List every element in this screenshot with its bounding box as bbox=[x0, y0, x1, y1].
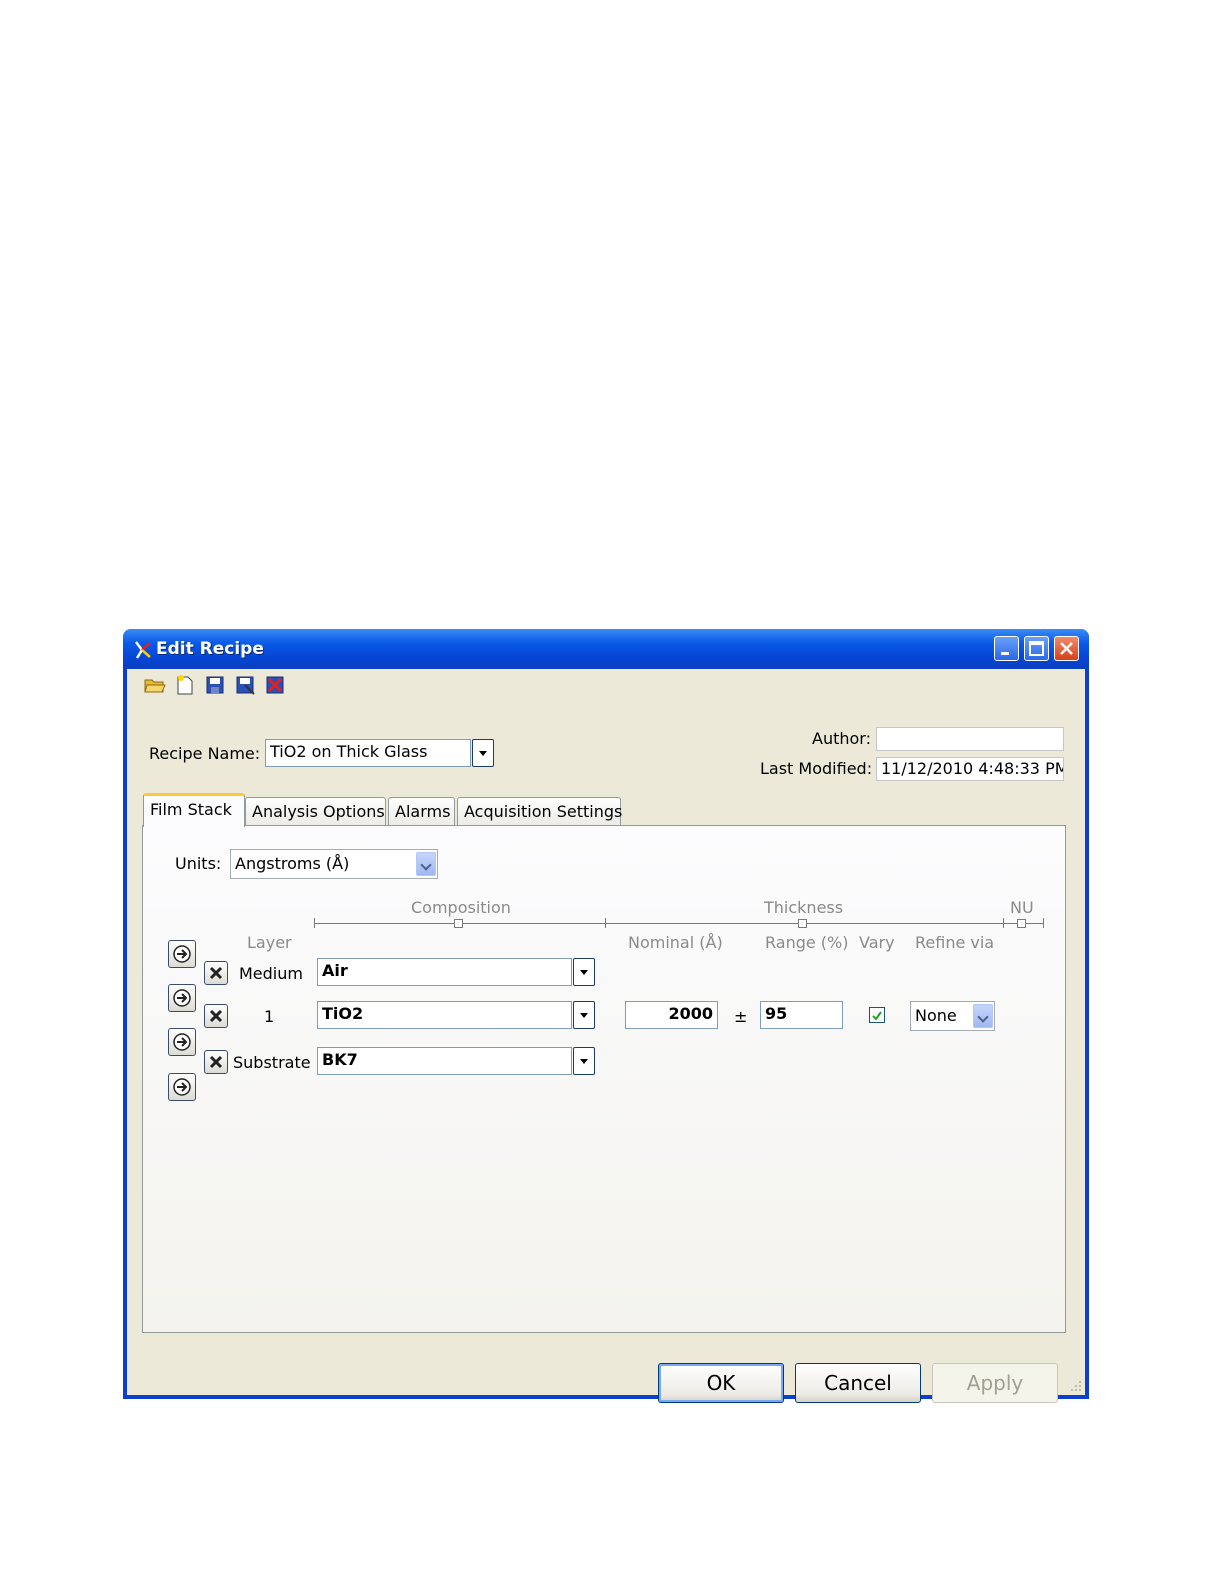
axis-tick bbox=[1003, 918, 1004, 928]
new-file-icon[interactable] bbox=[173, 673, 197, 697]
recipe-name-dropdown-button[interactable] bbox=[472, 739, 494, 767]
film-stack-panel: Units: Angstroms (Å) Composition Thickne… bbox=[142, 825, 1066, 1333]
composition-expand-icon[interactable] bbox=[454, 919, 463, 928]
last-modified-label: Last Modified: bbox=[760, 759, 873, 778]
delete-x-icon bbox=[209, 966, 223, 980]
axis-tick bbox=[1043, 918, 1044, 928]
nominal-column-header: Nominal (Å) bbox=[628, 933, 723, 952]
cancel-button[interactable]: Cancel bbox=[795, 1363, 921, 1403]
maximize-button[interactable] bbox=[1024, 636, 1049, 661]
thickness-collapse-icon[interactable] bbox=[798, 919, 807, 928]
layer-name: Substrate bbox=[233, 1053, 311, 1072]
refine-via-dropdown-button[interactable] bbox=[973, 1004, 993, 1028]
author-field[interactable] bbox=[876, 727, 1064, 751]
last-modified-field: 11/12/2010 4:48:33 PM bbox=[876, 757, 1064, 781]
axis-tick bbox=[314, 918, 315, 928]
maximize-icon bbox=[1029, 641, 1044, 656]
minimize-button[interactable] bbox=[994, 636, 1019, 661]
save-as-icon[interactable] bbox=[233, 673, 257, 697]
vary-checkbox[interactable] bbox=[869, 1007, 885, 1023]
dialog-client-area: Recipe Name: TiO2 on Thick Glass Author:… bbox=[127, 669, 1085, 1403]
close-button[interactable] bbox=[1054, 636, 1079, 661]
refine-column-header: Refine via bbox=[915, 933, 995, 952]
nu-header: NU bbox=[1010, 898, 1034, 917]
units-dropdown-button[interactable] bbox=[416, 852, 436, 876]
close-icon bbox=[1060, 642, 1073, 655]
window-title: Edit Recipe bbox=[156, 639, 264, 659]
delete-x-icon bbox=[209, 1009, 223, 1023]
checkmark-icon bbox=[872, 1011, 882, 1021]
material-dropdown-button[interactable] bbox=[573, 1047, 595, 1075]
insert-arrow-icon bbox=[173, 989, 191, 1007]
tab-acquisition-settings[interactable]: Acquisition Settings bbox=[457, 797, 622, 826]
units-select[interactable]: Angstroms (Å) bbox=[230, 849, 438, 879]
delete-layer-button[interactable] bbox=[204, 1050, 228, 1074]
tab-analysis-options[interactable]: Analysis Options bbox=[245, 797, 386, 826]
material-dropdown-button[interactable] bbox=[573, 1001, 595, 1029]
insert-arrow-icon bbox=[173, 1033, 191, 1051]
insert-layer-button[interactable] bbox=[168, 984, 196, 1012]
save-icon[interactable] bbox=[203, 673, 227, 697]
material-field[interactable]: Air bbox=[317, 958, 572, 986]
edit-recipe-window: Edit Recipe Recipe Name: TiO2 on Thick G… bbox=[123, 629, 1089, 1403]
open-folder-icon[interactable] bbox=[143, 673, 167, 697]
minimize-icon bbox=[1001, 652, 1009, 655]
insert-layer-button[interactable] bbox=[168, 940, 196, 968]
recipe-name-field[interactable]: TiO2 on Thick Glass bbox=[265, 739, 471, 767]
apply-button[interactable]: Apply bbox=[932, 1363, 1058, 1403]
author-label: Author: bbox=[812, 729, 871, 748]
delete-icon[interactable] bbox=[263, 673, 287, 697]
composition-header: Composition bbox=[411, 898, 511, 917]
layer-column-header: Layer bbox=[247, 933, 292, 952]
material-dropdown-button[interactable] bbox=[573, 958, 595, 986]
thickness-header: Thickness bbox=[764, 898, 844, 917]
column-group-axis bbox=[314, 923, 1044, 924]
range-input[interactable]: 95 bbox=[760, 1001, 843, 1029]
app-icon bbox=[135, 641, 151, 659]
tab-alarms[interactable]: Alarms bbox=[388, 797, 455, 826]
material-field[interactable]: TiO2 bbox=[317, 1001, 572, 1029]
plus-minus-symbol: ± bbox=[734, 1007, 748, 1026]
recipe-name-label: Recipe Name: bbox=[149, 744, 261, 763]
delete-x-icon bbox=[209, 1055, 223, 1069]
insert-arrow-icon bbox=[173, 945, 191, 963]
resize-grip-icon[interactable] bbox=[1069, 1379, 1083, 1393]
ok-button[interactable]: OK bbox=[658, 1363, 784, 1403]
axis-tick bbox=[605, 918, 606, 928]
layer-name: Medium bbox=[239, 964, 303, 983]
range-column-header: Range (%) bbox=[765, 933, 849, 952]
delete-layer-button[interactable] bbox=[204, 961, 228, 985]
insert-layer-button[interactable] bbox=[168, 1073, 196, 1101]
delete-layer-button[interactable] bbox=[204, 1004, 228, 1028]
insert-layer-button[interactable] bbox=[168, 1028, 196, 1056]
vary-column-header: Vary bbox=[859, 933, 895, 952]
material-field[interactable]: BK7 bbox=[317, 1047, 572, 1075]
nominal-thickness-input[interactable]: 2000 bbox=[625, 1001, 718, 1029]
title-bar[interactable]: Edit Recipe bbox=[123, 629, 1089, 669]
tab-film-stack[interactable]: Film Stack bbox=[143, 793, 245, 827]
layer-name: 1 bbox=[264, 1007, 275, 1026]
units-label: Units: bbox=[175, 854, 222, 873]
nu-expand-icon[interactable] bbox=[1017, 919, 1026, 928]
insert-arrow-icon bbox=[173, 1078, 191, 1096]
